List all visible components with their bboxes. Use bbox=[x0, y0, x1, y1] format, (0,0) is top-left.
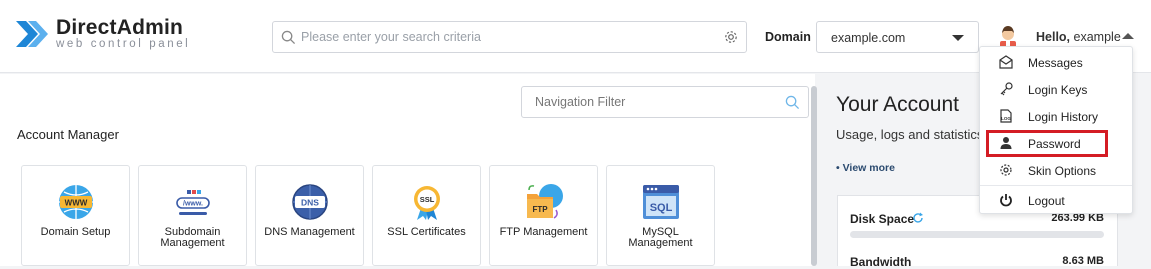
tile-label: FTP Management bbox=[499, 226, 588, 238]
greeting-prefix: Hello, bbox=[1036, 30, 1071, 44]
gear-icon bbox=[1000, 164, 1012, 176]
sql-window-icon: SQL bbox=[642, 185, 679, 219]
tile-label: Subdomain Management bbox=[160, 226, 225, 249]
username: example bbox=[1073, 30, 1121, 44]
domain-label: Domain bbox=[765, 30, 811, 44]
caret-down-icon bbox=[952, 35, 964, 41]
menu-item-label: Login Keys bbox=[1028, 83, 1088, 97]
svg-text:DNS: DNS bbox=[301, 198, 319, 208]
log-file-icon: LOG bbox=[1000, 109, 1012, 123]
tile-label: SSL Certificates bbox=[387, 226, 466, 238]
section-title-account-manager: Account Manager bbox=[17, 127, 119, 142]
search-icon bbox=[785, 95, 800, 110]
menu-item-label: Login History bbox=[1028, 110, 1099, 124]
refresh-icon[interactable] bbox=[912, 212, 924, 224]
your-account-subtitle: Usage, logs and statistics bbox=[836, 127, 984, 142]
ftp-folder-icon: FTP bbox=[526, 184, 563, 219]
menu-item-login-keys[interactable]: Login Keys bbox=[980, 76, 1132, 103]
svg-text:LOG: LOG bbox=[1001, 116, 1011, 121]
tile-ftp-management[interactable]: FTP FTP Management bbox=[489, 165, 598, 266]
envelope-icon bbox=[999, 55, 1013, 69]
tile-dns-management[interactable]: DNS DNS Management bbox=[255, 165, 364, 266]
disk-space-label: Disk Space bbox=[850, 212, 915, 226]
domain-select-value: example.com bbox=[831, 31, 906, 45]
content-scrollbar[interactable] bbox=[811, 86, 817, 266]
key-icon bbox=[1000, 82, 1013, 96]
tile-label: MySQL Management bbox=[628, 226, 693, 249]
menu-item-login-history[interactable]: LOG Login History bbox=[980, 103, 1132, 130]
svg-text:SQL: SQL bbox=[649, 202, 672, 214]
svg-text:/www.: /www. bbox=[183, 201, 203, 208]
ssl-badge-icon: SSL bbox=[413, 186, 440, 220]
menu-item-label: Logout bbox=[1028, 194, 1065, 208]
power-icon bbox=[1000, 194, 1012, 207]
tile-subdomain-management[interactable]: /www. Subdomain Management bbox=[138, 165, 247, 266]
bandwidth-value: 8.63 MB bbox=[1062, 255, 1104, 267]
bandwidth-label: Bandwidth bbox=[850, 255, 912, 269]
svg-text:SSL: SSL bbox=[419, 195, 434, 204]
search-settings-gear-icon[interactable] bbox=[723, 29, 739, 45]
view-more-link[interactable]: • View more bbox=[836, 162, 895, 174]
menu-item-logout[interactable]: Logout bbox=[980, 187, 1132, 214]
svg-text:FTP: FTP bbox=[532, 205, 548, 214]
logo-chevrons-icon bbox=[16, 21, 48, 47]
tile-ssl-certificates[interactable]: SSL SSL Certificates bbox=[372, 165, 481, 266]
tile-domain-setup[interactable]: WWW Domain Setup bbox=[21, 165, 130, 266]
menu-item-skin-options[interactable]: Skin Options bbox=[980, 157, 1132, 184]
svg-text:WWW: WWW bbox=[64, 199, 87, 208]
disk-space-progress-bar bbox=[850, 231, 1104, 238]
global-search-box[interactable] bbox=[272, 21, 747, 53]
menu-item-messages[interactable]: Messages bbox=[980, 49, 1132, 76]
navigation-filter-input[interactable] bbox=[535, 87, 775, 117]
logo-title: DirectAdmin bbox=[56, 16, 184, 40]
logo-subtitle: web control panel bbox=[56, 38, 191, 51]
dns-globe-icon: DNS bbox=[291, 184, 328, 220]
search-icon bbox=[281, 30, 296, 45]
caret-up-icon[interactable] bbox=[1122, 33, 1134, 39]
tile-mysql-management[interactable]: SQL MySQL Management bbox=[606, 165, 715, 266]
tile-label: DNS Management bbox=[264, 226, 355, 238]
subdomain-icon: /www. bbox=[175, 190, 210, 215]
menu-item-label: Messages bbox=[1028, 56, 1083, 70]
navigation-filter-box[interactable] bbox=[521, 86, 809, 118]
global-search-input[interactable] bbox=[301, 22, 721, 52]
directadmin-logo[interactable]: DirectAdmin web control panel bbox=[14, 17, 190, 51]
domain-select[interactable]: example.com bbox=[816, 21, 979, 53]
tile-label: Domain Setup bbox=[40, 226, 111, 238]
user-greeting[interactable]: Hello, example bbox=[1036, 30, 1121, 44]
www-icon: WWW bbox=[58, 185, 93, 219]
menu-item-label: Skin Options bbox=[1028, 164, 1097, 178]
password-highlight-box bbox=[986, 130, 1108, 157]
your-account-title: Your Account bbox=[836, 93, 959, 116]
menu-divider bbox=[980, 185, 1132, 186]
